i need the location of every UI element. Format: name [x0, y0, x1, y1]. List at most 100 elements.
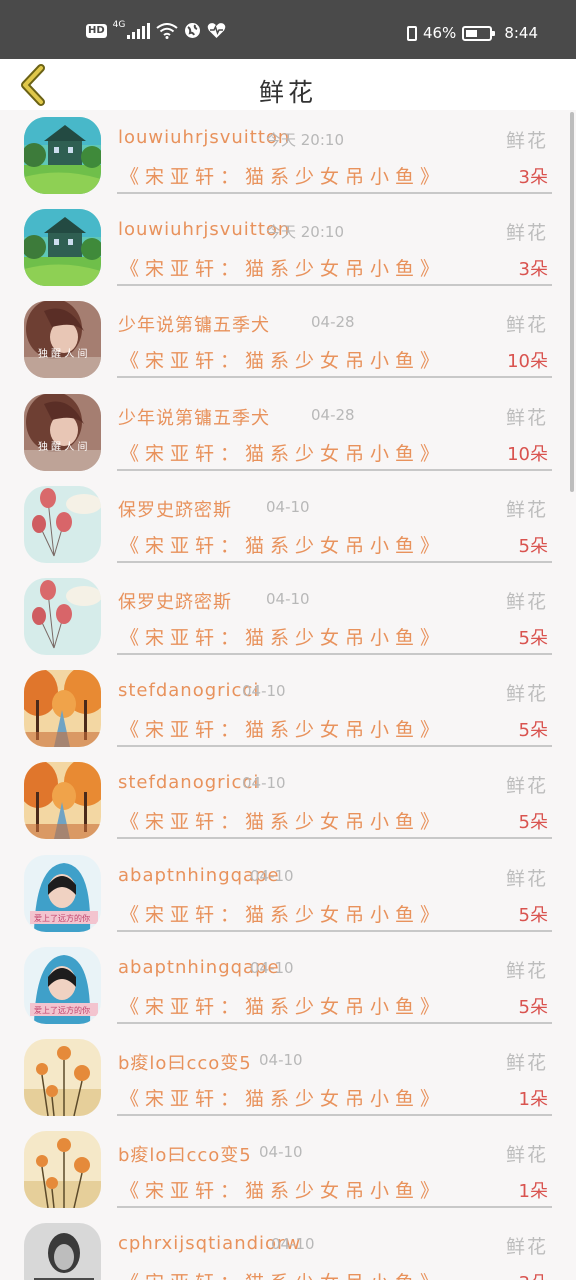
sender-name: b痠lo曰cco变5	[118, 1052, 252, 1074]
gift-list-item[interactable]: louwiuhrjsvuitton 今天 20:10 鲜花 《宋亚轩：猫系少女吊…	[0, 202, 576, 294]
gift-time: 04-10	[242, 774, 286, 793]
status-icons-right: 46% 8:44	[406, 24, 538, 42]
divider	[117, 837, 552, 840]
song-title: 《宋亚轩：猫系少女吊小鱼》	[120, 811, 446, 834]
song-title: 《宋亚轩：猫系少女吊小鱼》	[120, 442, 446, 465]
avatar-flowers[interactable]	[24, 1131, 101, 1209]
avatar-house-landscape[interactable]	[24, 117, 101, 194]
globe-icon	[185, 23, 201, 38]
gift-type: 鲜花	[505, 1051, 548, 1074]
gift-time: 04-10	[250, 866, 294, 885]
song-title: 《宋亚轩：猫系少女吊小鱼》	[120, 719, 446, 742]
song-title: 《宋亚轩：猫系少女吊小鱼》	[120, 995, 446, 1018]
gift-time: 04-28	[311, 313, 355, 332]
gift-list-item[interactable]: 爱上了远方的你 abaptnhingqape 04-10 鲜花 《宋亚轩：猫系少…	[0, 848, 576, 940]
svg-text:独 醒 人 间: 独 醒 人 间	[38, 440, 88, 453]
flower-count: 5朵	[518, 904, 548, 926]
avatar-hooded-girl[interactable]: 爱上了远方的你	[24, 854, 101, 932]
vibrate-icon	[406, 25, 417, 41]
song-title: 《宋亚轩：猫系少女吊小鱼》	[120, 166, 446, 188]
gift-list-item[interactable]: 保罗史跻密斯 04-10 鲜花 《宋亚轩：猫系少女吊小鱼》 5朵	[0, 571, 576, 663]
gift-list-item[interactable]: b痠lo曰cco变5 04-10 鲜花 《宋亚轩：猫系少女吊小鱼》 1朵	[0, 1124, 576, 1216]
song-title: 《宋亚轩：猫系少女吊小鱼》	[120, 1180, 446, 1203]
gift-time: 04-10	[250, 958, 294, 977]
wifi-icon	[156, 22, 178, 39]
gift-type: 鲜花	[505, 683, 548, 706]
flower-count: 10朵	[507, 351, 548, 373]
scrollbar[interactable]	[570, 112, 574, 492]
gift-list-item[interactable]: 独 醒 人 间 少年说第镛五季犬 04-28 鲜花 《宋亚轩：猫系少女吊小鱼》 …	[0, 387, 576, 479]
song-title: 《宋亚轩：猫系少女吊小鱼》	[120, 350, 446, 373]
divider	[117, 560, 552, 563]
sender-name: 保罗史跻密斯	[118, 591, 232, 613]
gift-list[interactable]: louwiuhrjsvuitton 今天 20:10 鲜花 《宋亚轩：猫系少女吊…	[0, 110, 576, 1280]
avatar-balloons[interactable]	[24, 577, 101, 655]
battery-icon	[462, 25, 496, 41]
status-bar: HD 4G 46% 8:44	[0, 0, 576, 59]
svg-text:爱上了远方的你: 爱上了远方的你	[34, 913, 90, 923]
gift-type: 鲜花	[505, 222, 548, 245]
divider	[117, 192, 552, 194]
gift-type: 鲜花	[505, 775, 548, 798]
gift-time: 04-10	[266, 497, 310, 516]
hd-badge: HD	[86, 23, 107, 38]
avatar-girl-portrait[interactable]: 独 醒 人 间	[24, 301, 101, 379]
avatar-house-landscape[interactable]	[24, 209, 101, 287]
divider	[117, 745, 552, 748]
heart-pulse-icon	[208, 23, 226, 38]
flower-count: 1朵	[518, 1088, 548, 1110]
svg-text:独 醒 人 间: 独 醒 人 间	[38, 347, 88, 360]
avatar-girl-portrait[interactable]: 独 醒 人 间	[24, 393, 101, 471]
gift-type: 鲜花	[505, 406, 548, 429]
svg-text:爱上了远方的你: 爱上了远方的你	[34, 1005, 90, 1015]
song-title: 《宋亚轩：猫系少女吊小鱼》	[120, 626, 446, 649]
divider	[117, 1206, 552, 1209]
gift-time: 04-10	[271, 1235, 315, 1254]
gift-time: 今天 20:10	[266, 131, 344, 149]
network-type: 4G	[112, 19, 126, 30]
gift-list-item[interactable]: louwiuhrjsvuitton 今天 20:10 鲜花 《宋亚轩：猫系少女吊…	[0, 110, 576, 202]
gift-time: 04-10	[259, 1143, 303, 1162]
gift-time: 04-10	[259, 1050, 303, 1069]
gift-time: 04-10	[266, 589, 310, 608]
battery-percent: 46%	[422, 24, 457, 42]
avatar-balloons[interactable]	[24, 485, 101, 563]
flower-count: 3朵	[518, 167, 548, 188]
gift-list-item[interactable]: 独 醒 人 间 少年说第镛五季犬 04-28 鲜花 《宋亚轩：猫系少女吊小鱼》 …	[0, 294, 576, 386]
gift-type: 鲜花	[505, 1236, 548, 1259]
gift-list-item[interactable]: b痠lo曰cco变5 04-10 鲜花 《宋亚轩：猫系少女吊小鱼》 1朵	[0, 1032, 576, 1124]
avatar-hooded-girl[interactable]: 爱上了远方的你	[24, 946, 101, 1024]
avatar-autumn-trees[interactable]	[24, 670, 101, 748]
flower-count: 5朵	[518, 627, 548, 649]
gift-list-item[interactable]: cphrxijsqtiandiorw 04-10 鲜花 《宋亚轩：猫系少女吊小鱼…	[0, 1216, 576, 1280]
gift-list-item[interactable]: stefdanogricci 04-10 鲜花 《宋亚轩：猫系少女吊小鱼》 5朵	[0, 663, 576, 755]
song-title: 《宋亚轩：猫系少女吊小鱼》	[120, 1087, 446, 1110]
song-title: 《宋亚轩：猫系少女吊小鱼》	[120, 258, 446, 281]
sender-name: stefdanogricci	[118, 680, 260, 702]
sender-name: b痠lo曰cco变5	[118, 1145, 252, 1167]
avatar-bw-portrait[interactable]	[24, 1223, 101, 1280]
flower-count: 3朵	[519, 1269, 548, 1280]
gift-type: 鲜花	[505, 867, 548, 890]
sender-name: stefdanogricci	[118, 772, 260, 794]
signal-icon	[127, 22, 151, 39]
flower-count: 5朵	[518, 535, 548, 557]
divider	[117, 468, 552, 471]
gift-type: 鲜花	[505, 959, 548, 982]
song-title: 《宋亚轩：猫系少女吊小鱼》	[120, 903, 446, 926]
song-title: 《宋亚轩：猫系少女吊小鱼》	[120, 1268, 445, 1280]
gift-list-item[interactable]: 爱上了远方的你 abaptnhingqape 04-10 鲜花 《宋亚轩：猫系少…	[0, 940, 576, 1032]
divider	[117, 929, 552, 932]
gift-type: 鲜花	[505, 1144, 548, 1167]
header-bar: 鲜花	[0, 59, 576, 110]
sender-name: 少年说第镛五季犬	[118, 407, 270, 429]
gift-list-item[interactable]: 保罗史跻密斯 04-10 鲜花 《宋亚轩：猫系少女吊小鱼》 5朵	[0, 479, 576, 571]
status-icons-left: HD 4G	[86, 19, 226, 39]
avatar-flowers[interactable]	[24, 1038, 101, 1116]
gift-list-item[interactable]: stefdanogricci 04-10 鲜花 《宋亚轩：猫系少女吊小鱼》 5朵	[0, 755, 576, 847]
clock: 8:44	[504, 24, 538, 42]
avatar-autumn-trees[interactable]	[24, 762, 101, 840]
flower-count: 5朵	[518, 996, 548, 1018]
flower-count: 3朵	[518, 259, 548, 281]
gift-type: 鲜花	[505, 130, 548, 152]
